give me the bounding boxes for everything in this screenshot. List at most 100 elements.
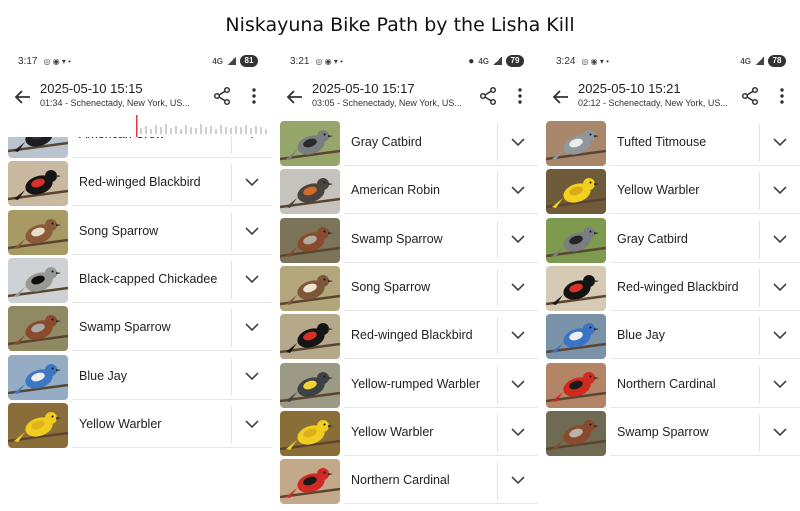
chevron-down-icon[interactable] — [772, 182, 788, 198]
recording-location: 02:12 - Schenectady, New York, US... — [578, 98, 728, 108]
red-winged-blackbird-photo — [546, 265, 606, 311]
phone-screen-2: 3:21 ◎ ◉ ▾ • ● 4G 79 2025-05-10 15:17 03… — [272, 52, 538, 511]
row-divider — [497, 462, 498, 501]
species-row[interactable]: Song Sparrow — [272, 265, 538, 311]
back-arrow-icon[interactable] — [551, 87, 571, 107]
chevron-down-icon[interactable] — [244, 271, 260, 287]
species-name: Yellow Warbler — [617, 183, 700, 198]
species-name: Swamp Sparrow — [79, 320, 171, 335]
species-row[interactable]: Yellow Warbler — [0, 402, 272, 448]
red-winged-blackbird-photo — [8, 161, 68, 207]
chevron-down-icon[interactable] — [244, 137, 260, 142]
species-name: Northern Cardinal — [617, 376, 716, 391]
row-divider — [231, 137, 232, 154]
recording-datetime: 2025-05-10 15:21 — [578, 81, 681, 96]
chevron-down-icon[interactable] — [244, 174, 260, 190]
chevron-down-icon[interactable] — [772, 231, 788, 247]
species-row[interactable]: Red-winged Blackbird — [272, 313, 538, 360]
status-time: 3:24 — [556, 56, 576, 67]
recording-datetime: 2025-05-10 15:15 — [40, 81, 143, 96]
more-options-icon[interactable] — [776, 86, 788, 106]
species-row[interactable]: Song Sparrow — [0, 209, 272, 255]
species-row[interactable]: Yellow-rumped Warbler — [272, 362, 538, 408]
chevron-down-icon[interactable] — [772, 279, 788, 295]
audio-waveform[interactable] — [136, 115, 270, 137]
row-divider — [231, 164, 232, 203]
share-icon[interactable] — [212, 86, 232, 106]
chevron-down-icon[interactable] — [772, 376, 788, 392]
song-sparrow-photo — [8, 209, 68, 255]
app-header: 2025-05-10 15:15 01:34 - Schenectady, Ne… — [0, 78, 272, 118]
row-separator — [72, 446, 272, 448]
share-icon[interactable] — [740, 86, 760, 106]
species-name: Gray Catbird — [351, 135, 422, 149]
species-row[interactable]: Swamp Sparrow — [0, 305, 272, 352]
chevron-down-icon[interactable] — [772, 134, 788, 150]
chevron-down-icon[interactable] — [510, 472, 526, 488]
species-row[interactable]: Gray Catbird — [538, 217, 800, 263]
species-row[interactable]: Yellow Warbler — [538, 168, 800, 215]
species-row[interactable]: Black-capped Chickadee — [0, 257, 272, 303]
chevron-down-icon[interactable] — [244, 416, 260, 432]
species-row[interactable]: Red-winged Blackbird — [538, 265, 800, 311]
species-row[interactable]: American Robin — [272, 168, 538, 215]
species-row[interactable]: Swamp Sparrow — [272, 217, 538, 263]
species-name: Tufted Titmouse — [617, 135, 707, 149]
species-name: Swamp Sparrow — [351, 231, 443, 246]
back-arrow-icon[interactable] — [13, 87, 33, 107]
chevron-down-icon[interactable] — [244, 368, 260, 384]
species-name: Yellow Warbler — [351, 424, 434, 439]
row-separator — [344, 213, 538, 215]
species-row[interactable]: Swamp Sparrow — [538, 410, 800, 456]
back-arrow-icon[interactable] — [285, 87, 305, 107]
species-row[interactable]: American Crow — [0, 137, 272, 158]
share-icon[interactable] — [478, 86, 498, 106]
swamp-sparrow-photo — [546, 410, 606, 456]
yellow-warbler-photo — [546, 169, 606, 215]
row-divider — [759, 220, 760, 259]
more-options-icon[interactable] — [514, 86, 526, 106]
more-options-icon[interactable] — [248, 86, 260, 106]
row-separator — [344, 261, 538, 263]
species-name: American Crow — [79, 137, 164, 141]
species-row[interactable]: Blue Jay — [0, 354, 272, 400]
row-divider — [759, 413, 760, 452]
row-separator — [610, 309, 800, 311]
app-header: 2025-05-10 15:17 03:05 - Schenectady, Ne… — [272, 78, 538, 118]
species-row[interactable]: Red-winged Blackbird — [0, 160, 272, 207]
species-row[interactable]: Tufted Titmouse — [538, 120, 800, 166]
species-list: American Crow Red-winged Blackbird Song Sp… — [0, 137, 272, 511]
row-divider — [759, 268, 760, 307]
species-row[interactable]: Gray Catbird — [272, 120, 538, 166]
chevron-down-icon[interactable] — [510, 134, 526, 150]
chevron-down-icon[interactable] — [244, 223, 260, 239]
species-row[interactable]: Blue Jay — [538, 313, 800, 360]
chevron-down-icon[interactable] — [510, 231, 526, 247]
status-time: 3:17 — [18, 56, 38, 67]
row-divider — [759, 172, 760, 211]
battery-badge: 79 — [506, 55, 524, 67]
chevron-down-icon[interactable] — [510, 376, 526, 392]
species-row[interactable]: Yellow Warbler — [272, 410, 538, 456]
row-divider — [497, 365, 498, 404]
species-name: Swamp Sparrow — [617, 424, 709, 439]
row-separator — [344, 406, 538, 408]
chevron-down-icon[interactable] — [510, 182, 526, 198]
chevron-down-icon[interactable] — [772, 327, 788, 343]
row-separator — [344, 454, 538, 456]
row-separator — [610, 358, 800, 360]
chevron-down-icon[interactable] — [772, 424, 788, 440]
northern-cardinal-photo — [280, 459, 340, 505]
chevron-down-icon[interactable] — [510, 424, 526, 440]
species-list: Tufted Titmouse Yellow Warbler Gray Catbir… — [538, 120, 800, 511]
species-row[interactable]: Northern Cardinal — [272, 458, 538, 505]
chevron-down-icon[interactable] — [510, 279, 526, 295]
yellow-warbler-photo — [280, 410, 340, 456]
american-crow-photo — [8, 137, 68, 158]
chevron-down-icon[interactable] — [244, 319, 260, 335]
chevron-down-icon[interactable] — [510, 327, 526, 343]
species-name: Red-winged Blackbird — [79, 175, 201, 190]
species-row[interactable]: Northern Cardinal — [538, 362, 800, 408]
gray-catbird-photo — [280, 121, 340, 166]
row-divider — [497, 124, 498, 162]
